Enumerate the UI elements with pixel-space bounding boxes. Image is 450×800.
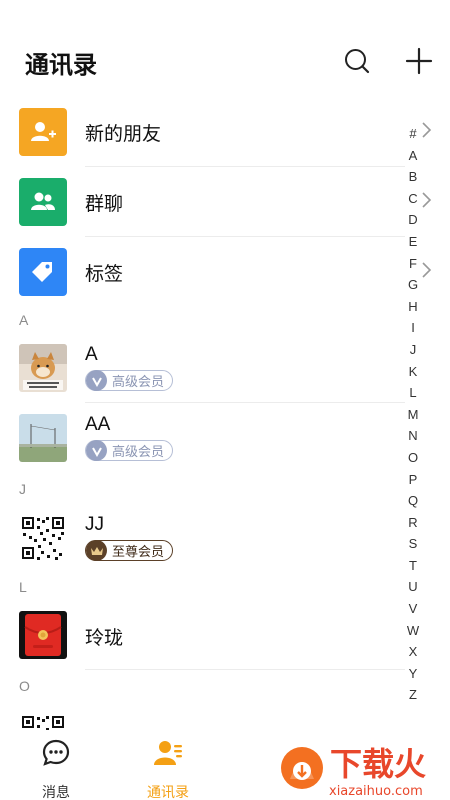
vip-icon <box>86 370 107 391</box>
watermark-text: 下载火 <box>330 745 426 783</box>
new-friends-row[interactable]: 新的朋友 <box>0 97 405 167</box>
contacts-icon <box>154 741 182 765</box>
index-letter[interactable]: X <box>404 641 422 663</box>
index-letter[interactable]: D <box>404 209 422 231</box>
new-friends-label: 新的朋友 <box>85 124 162 145</box>
contact-name: A <box>85 344 98 365</box>
chat-bubble-icon <box>42 739 70 766</box>
tags-label: 标签 <box>85 264 124 285</box>
index-letter[interactable]: I <box>404 317 422 339</box>
tab-label: 通讯录 <box>147 784 189 800</box>
section-header-o: O <box>19 678 30 694</box>
index-letter[interactable]: M <box>404 404 422 426</box>
contact-name: 玲珑 <box>85 628 124 649</box>
index-letter[interactable]: N <box>404 425 422 447</box>
watermark-logo: 下载火 xiazaihuo.com <box>262 735 450 800</box>
contact-name: AA <box>85 414 111 435</box>
badge-label: 高级会员 <box>112 444 165 459</box>
tab-label: 消息 <box>42 784 70 800</box>
index-letter[interactable]: H <box>404 296 422 318</box>
index-letter[interactable]: L <box>404 382 422 404</box>
index-letter[interactable]: R <box>404 512 422 534</box>
index-letter[interactable]: P <box>404 469 422 491</box>
contact-row[interactable]: A 高级会员 <box>0 333 405 403</box>
chevron-right-icon[interactable] <box>420 190 434 210</box>
index-letter[interactable]: C <box>404 188 422 210</box>
tab-contacts[interactable]: 通讯录 <box>128 738 208 800</box>
index-letter[interactable]: # <box>404 123 422 145</box>
index-letter[interactable]: O <box>404 447 422 469</box>
index-letter[interactable]: E <box>404 231 422 253</box>
contact-row[interactable]: JJ 至尊会员 <box>0 503 405 573</box>
index-letter[interactable]: Q <box>404 490 422 512</box>
chevron-right-icon[interactable] <box>420 260 434 280</box>
index-letter[interactable]: B <box>404 166 422 188</box>
plus-icon <box>405 47 433 75</box>
divider <box>85 669 405 670</box>
watermark-url: xiazaihuo.com <box>329 784 423 799</box>
search-icon <box>345 49 370 74</box>
index-letter[interactable]: K <box>404 361 422 383</box>
crown-icon <box>86 540 107 561</box>
landscape-avatar <box>19 414 67 462</box>
section-header-l: L <box>19 579 27 595</box>
header: 通讯录 <box>0 0 450 100</box>
alphabet-index[interactable]: # A B C D E F G H I J K L M N O P Q R S T U V W X Y Z <box>404 123 422 706</box>
search-button[interactable] <box>340 44 374 78</box>
index-letter[interactable]: F <box>404 253 422 275</box>
index-letter[interactable]: Z <box>404 684 422 706</box>
badge-label: 至尊会员 <box>112 544 165 559</box>
vip-icon <box>86 440 107 461</box>
section-header-j: J <box>19 481 26 497</box>
index-letter[interactable]: J <box>404 339 422 361</box>
tags-row[interactable]: 标签 <box>0 237 405 307</box>
index-letter[interactable]: Y <box>404 663 422 685</box>
tab-messages[interactable]: 消息 <box>16 738 96 800</box>
index-letter[interactable]: G <box>404 274 422 296</box>
contact-row[interactable]: AA 高级会员 <box>0 403 405 473</box>
chevron-right-icon[interactable] <box>420 120 434 140</box>
contact-name: JJ <box>85 514 104 535</box>
index-letter[interactable]: V <box>404 598 422 620</box>
tag-icon <box>19 248 67 296</box>
group-chats-label: 群聊 <box>85 194 124 215</box>
red-envelope-avatar <box>19 611 67 659</box>
group-icon <box>19 178 67 226</box>
index-letter[interactable]: W <box>404 620 422 642</box>
index-letter[interactable]: S <box>404 533 422 555</box>
vip-badge: 高级会员 <box>85 440 174 461</box>
add-button[interactable] <box>402 44 436 78</box>
badge-label: 高级会员 <box>112 374 165 389</box>
group-chats-row[interactable]: 群聊 <box>0 167 405 237</box>
page-title: 通讯录 <box>25 52 97 79</box>
shiba-dog-avatar <box>19 344 67 392</box>
index-letter[interactable]: T <box>404 555 422 577</box>
svip-badge: 至尊会员 <box>85 540 174 561</box>
qr-code-avatar <box>19 514 67 562</box>
contact-row[interactable]: 玲珑 <box>0 600 405 670</box>
index-letter[interactable]: A <box>404 145 422 167</box>
vip-badge: 高级会员 <box>85 370 174 391</box>
section-header-a: A <box>19 312 29 328</box>
index-letter[interactable]: U <box>404 576 422 598</box>
add-friend-icon <box>19 108 67 156</box>
